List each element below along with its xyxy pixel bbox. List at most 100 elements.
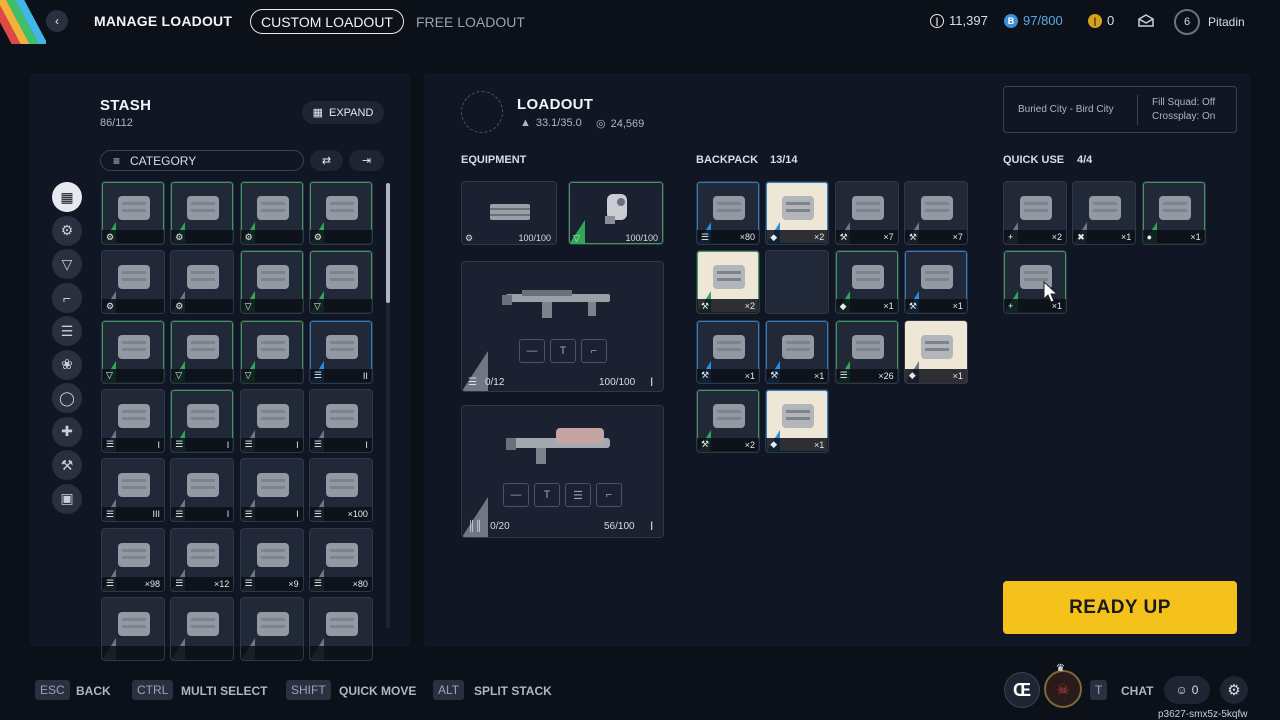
loadout.quickuse-item-slot[interactable]: ● ×1 xyxy=(1141,181,1206,245)
stash.items-item-slot[interactable]: ☰ I xyxy=(239,388,304,453)
tab-free-loadout[interactable]: FREE LOADOUT xyxy=(406,9,535,34)
underbarrel-attachment-slot[interactable]: T xyxy=(534,483,560,507)
category-shield-button[interactable]: ▽ xyxy=(52,249,82,279)
multi-select-hint[interactable]: MULTI SELECT xyxy=(181,684,267,698)
category-medkit-button[interactable]: ✚ xyxy=(52,416,82,447)
loadout.backpack-item-slot[interactable]: ◆ ×1 xyxy=(765,388,830,453)
crown-icon: ♛ xyxy=(1056,663,1065,674)
loadout.backpack-item-slot[interactable]: ◆ ×1 xyxy=(834,250,899,315)
item-footer: ⚙ xyxy=(309,230,372,244)
loadout.backpack-item-slot[interactable]: ☰ ×80 xyxy=(696,181,760,245)
loadout.backpack-item-slot[interactable]: ⚒ ×7 xyxy=(834,181,899,245)
stash.items-item-slot[interactable]: ⚙ xyxy=(308,181,373,245)
augment-slot[interactable]: ⚙ 100/100 xyxy=(461,181,557,245)
scroll-thumb[interactable] xyxy=(386,183,390,303)
category-gear-cluster-button[interactable]: ❀ xyxy=(52,349,82,380)
ammo-icon: ☰ xyxy=(60,322,74,339)
stash.items-item-slot[interactable] xyxy=(101,596,165,661)
stash.items-item-slot[interactable]: ☰ III xyxy=(101,458,165,523)
category-attachment-button[interactable]: ⚙ xyxy=(52,215,82,246)
back-button[interactable]: ‹ xyxy=(46,10,68,32)
stash.items-item-slot[interactable] xyxy=(308,596,373,661)
stash.items-item-slot[interactable]: ☰ I xyxy=(170,388,235,453)
item-art xyxy=(320,606,364,642)
friends-button[interactable]: ☺ 0 xyxy=(1164,676,1210,704)
stash.items-item-slot[interactable]: ☰ II xyxy=(308,319,373,384)
stock-attachment-slot[interactable]: ⌐ xyxy=(581,339,607,363)
stock-attachment-slot[interactable]: ⌐ xyxy=(596,483,622,507)
ammo-icon: ☰ xyxy=(839,370,848,381)
back-hint[interactable]: BACK xyxy=(76,684,111,698)
category-weapon-button[interactable]: ⌐ xyxy=(52,282,82,313)
category-box-button[interactable]: ▣ xyxy=(52,483,82,514)
loadout.backpack-item-slot[interactable]: ⚒ ×1 xyxy=(696,319,760,384)
tab-custom-loadout[interactable]: CUSTOM LOADOUT xyxy=(250,9,404,34)
loadout.backpack-item-slot[interactable] xyxy=(765,250,830,315)
loadout-avatar-slot[interactable] xyxy=(461,91,503,133)
sort-button[interactable]: ⇄ xyxy=(310,150,343,171)
stash.items-item-slot[interactable]: ☰ I xyxy=(239,458,304,523)
ammo-icon: ☰ xyxy=(244,508,253,519)
expand-button[interactable]: ▦ EXPAND xyxy=(302,101,384,124)
underbarrel-attachment-slot[interactable]: T xyxy=(550,339,576,363)
item-footer: ◆ ×2 xyxy=(766,230,829,244)
stash.items-item-slot[interactable]: ▽ xyxy=(308,250,373,315)
stash.items-item-slot[interactable] xyxy=(239,596,304,661)
stash-scrollbar[interactable] xyxy=(386,183,390,628)
loadout.backpack-item-slot[interactable]: ◆ ×1 xyxy=(903,319,968,384)
settings-button[interactable]: ⚙ xyxy=(1220,676,1248,704)
stash.items-item-slot[interactable]: ⚙ xyxy=(239,181,304,245)
quick-move-hint[interactable]: QUICK MOVE xyxy=(339,684,416,698)
chat-button[interactable]: CHAT xyxy=(1121,684,1153,698)
stash.items-item-slot[interactable]: ☰ I xyxy=(170,458,235,523)
category-grid-button[interactable]: ▦ xyxy=(52,182,82,212)
match-settings-box[interactable]: Buried City - Bird City Fill Squad: Off … xyxy=(1003,86,1237,133)
loadout.backpack-item-slot[interactable]: ◆ ×2 xyxy=(765,181,830,245)
category-wrench-button[interactable]: ⚒ xyxy=(52,450,82,480)
shield-slot[interactable]: ▽ 100/100 xyxy=(568,181,664,245)
stash.items-item-slot[interactable]: ☰ ×12 xyxy=(170,527,235,592)
stash.items-item-slot[interactable] xyxy=(170,596,235,661)
stash.items-item-slot[interactable]: ⚙ xyxy=(101,250,165,315)
item-art xyxy=(251,398,295,434)
stash.items-item-slot[interactable]: ☰ I xyxy=(101,388,165,453)
stash.items-item-slot[interactable]: ☰ ×100 xyxy=(308,458,373,523)
item-count: ×1 xyxy=(814,439,825,450)
loadout.backpack-item-slot[interactable]: ⚒ ×1 xyxy=(765,319,830,384)
loadout.backpack-item-slot[interactable]: ⚒ ×2 xyxy=(696,388,760,453)
category-filter[interactable]: ≡ CATEGORY xyxy=(100,150,304,171)
stash.items-item-slot[interactable]: ⚙ xyxy=(170,181,235,245)
stash.items-item-slot[interactable]: ☰ ×80 xyxy=(308,527,373,592)
loadout.backpack-item-slot[interactable]: ⚒ ×7 xyxy=(903,181,968,245)
stash.items-item-slot[interactable]: ☰ I xyxy=(308,388,373,453)
muzzle-attachment-slot[interactable]: — xyxy=(503,483,529,507)
value-amount: 24,569 xyxy=(610,117,645,130)
loadout.backpack-item-slot[interactable]: ☰ ×26 xyxy=(834,319,899,384)
stash.items-item-slot[interactable]: ▽ xyxy=(101,319,165,384)
category-ammo-button[interactable]: ☰ xyxy=(52,316,82,346)
username[interactable]: Pitadin xyxy=(1208,15,1245,29)
stash.items-item-slot[interactable]: ▽ xyxy=(239,250,304,315)
loadout.backpack-item-slot[interactable]: ⚒ ×2 xyxy=(696,250,760,315)
stash.items-item-slot[interactable]: ▽ xyxy=(239,319,304,384)
weapon-slot-1[interactable]: — T ⌐ ☰ 0/12 100/100 I xyxy=(461,261,664,392)
stash.items-item-slot[interactable]: ☰ ×9 xyxy=(239,527,304,592)
stash.items-item-slot[interactable]: ⚙ xyxy=(101,181,165,245)
muzzle-attachment-slot[interactable]: — xyxy=(519,339,545,363)
item-footer: ● ×1 xyxy=(1142,230,1205,244)
player-avatar[interactable]: ☠ xyxy=(1044,670,1082,708)
stash.items-item-slot[interactable]: ▽ xyxy=(170,319,235,384)
weapon-slot-2[interactable]: — T ☰ ⌐ ║║ 0/20 56/100 I xyxy=(461,405,664,538)
loadout.backpack-item-slot[interactable]: ⚒ ×1 xyxy=(903,250,968,315)
stash.items-item-slot[interactable]: ☰ ×98 xyxy=(101,527,165,592)
magazine-attachment-slot[interactable]: ☰ xyxy=(565,483,591,507)
mail-icon[interactable] xyxy=(1138,14,1154,27)
game-logo-icon[interactable]: Œ xyxy=(1004,672,1040,708)
split-stack-hint[interactable]: SPLIT STACK xyxy=(474,684,552,698)
loadout.quickuse-item-slot[interactable]: ✖ ×1 xyxy=(1072,181,1137,245)
loadout.quickuse-item-slot[interactable]: + ×2 xyxy=(1003,181,1067,245)
category-ring-button[interactable]: ◯ xyxy=(52,383,82,413)
transfer-button[interactable]: ⇥ xyxy=(349,150,384,171)
ready-up-button[interactable]: READY UP xyxy=(1003,581,1237,634)
stash.items-item-slot[interactable]: ⚙ xyxy=(170,250,235,315)
